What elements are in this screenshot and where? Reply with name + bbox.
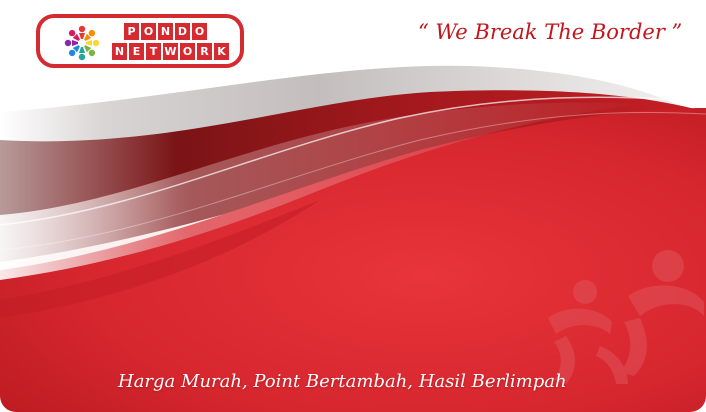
logo-letter: K — [214, 43, 229, 60]
slogan: Harga Murah, Point Bertambah, Hasil Berl… — [118, 371, 567, 392]
logo-letter: O — [180, 43, 195, 60]
people-circle-icon — [64, 25, 100, 61]
logo-letter: D — [175, 23, 190, 40]
pondo-network-logo: PONDO NETWORK — [36, 14, 244, 68]
logo-letter: T — [146, 43, 161, 60]
member-card: PONDO NETWORK “ We Break The Border ” Ha… — [0, 0, 706, 412]
logo-letter: N — [158, 23, 173, 40]
logo-line-2: NETWORK — [112, 43, 229, 60]
tagline: “ We Break The Border ” — [418, 20, 683, 44]
logo-letter: N — [112, 43, 127, 60]
logo-line-1: PONDO — [124, 23, 207, 40]
logo-letter: W — [163, 43, 178, 60]
logo-letter: P — [124, 23, 139, 40]
logo-letter: O — [192, 23, 207, 40]
logo-letter: E — [129, 43, 144, 60]
logo-letter: R — [197, 43, 212, 60]
logo-letter: O — [141, 23, 156, 40]
